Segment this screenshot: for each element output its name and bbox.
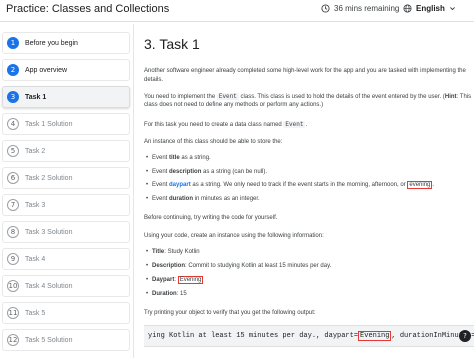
step-number: 11 [7, 307, 19, 319]
sidebar-item-label: Task 1 [25, 93, 47, 101]
clock-icon [321, 4, 330, 13]
sidebar-item-task-5-solution[interactable]: 12 Task 5 Solution [2, 329, 130, 351]
field-value: : Commit to studying Kotlin at least 15 … [185, 263, 332, 269]
timer: 36 mins remaining [321, 4, 399, 13]
sidebar-item-label: Task 3 Solution [25, 228, 73, 236]
text: : This [456, 94, 472, 100]
text: as a string (can be null). [201, 169, 268, 175]
list-item: Daypart: Evening [146, 276, 204, 284]
globe-icon [403, 4, 412, 13]
data-class-paragraph: For this task you need to create a data … [144, 120, 307, 131]
sidebar-item-label: Task 5 [25, 309, 46, 317]
sidebar-item-task-3[interactable]: 7 Task 3 [2, 194, 130, 216]
sidebar-item-label: Task 4 Solution [25, 282, 73, 290]
sidebar-item-task-5[interactable]: 11 Task 5 [2, 302, 130, 324]
language-selector[interactable]: English [403, 4, 460, 13]
sidebar-item-label: Task 1 Solution [25, 120, 73, 128]
step-number: 9 [7, 253, 19, 265]
sidebar-item-task-1[interactable]: 3 Task 1 [2, 86, 130, 108]
sidebar-item-label: Task 3 [25, 201, 46, 209]
list-item: Description: Commit to studying Kotlin a… [146, 263, 332, 269]
inline-code: Event [216, 93, 239, 100]
list-item: Title: Study Kotlin [146, 249, 200, 255]
highlight-box: Evening [177, 276, 204, 284]
bold-term: description [169, 169, 202, 175]
sidebar-item-label: Task 4 [25, 255, 46, 263]
hint-label: Hint [444, 94, 457, 100]
text: as a string. We only need to track if th… [190, 182, 408, 188]
field-label: Daypart [152, 277, 175, 283]
text: . [305, 122, 308, 128]
field-label: Duration [152, 291, 177, 297]
bold-term: title [169, 155, 180, 161]
text: For this task you need to create a data … [144, 122, 284, 128]
store-paragraph: An instance of this class should be able… [144, 139, 283, 145]
text: class. This class is used to hold the de… [238, 94, 445, 100]
text: Event [152, 196, 170, 202]
field-label: Description [152, 263, 186, 269]
step-number: 6 [7, 172, 19, 184]
try-paragraph: Before continuing, try writing the code … [144, 215, 278, 221]
sidebar-item-label: App overview [25, 66, 68, 74]
text: . [432, 182, 435, 188]
text: Event [152, 155, 170, 161]
highlight-box: evening [407, 181, 433, 189]
code-block: ying Kotlin at least 15 minutes per day.… [144, 325, 474, 347]
sidebar-item-task-2-solution[interactable]: 6 Task 2 Solution [2, 167, 130, 189]
field-label: Title [152, 249, 165, 255]
field-value: : Study Kotlin [164, 249, 200, 255]
text: as a string. [179, 155, 211, 161]
list-item: Duration: 15 [146, 291, 187, 297]
sidebar-item-task-4-solution[interactable]: 10 Task 4 Solution [2, 275, 130, 297]
step-number: 3 [7, 91, 19, 103]
inline-code: Event [283, 121, 306, 128]
daypart-link[interactable]: daypart [169, 182, 191, 188]
main-content: 3. Task 1 Another software engineer alre… [135, 24, 474, 358]
intro-paragraph-line-2: details. [144, 77, 164, 83]
step-number: 5 [7, 145, 19, 157]
step-number: 4 [7, 118, 19, 130]
instance-paragraph: Using your code, create an instance usin… [144, 233, 324, 239]
sidebar-item-label: Task 2 [25, 147, 46, 155]
text: Event [152, 182, 170, 188]
print-paragraph: Try printing your object to verify that … [144, 310, 316, 316]
text: in minutes as an integer. [193, 196, 260, 202]
page-title: Practice: Classes and Collections [6, 3, 170, 15]
sidebar-item-task-1-solution[interactable]: 4 Task 1 Solution [2, 113, 130, 135]
list-item: Event description as a string (can be nu… [146, 169, 268, 175]
step-number: 12 [7, 334, 19, 346]
step-number: 8 [7, 226, 19, 238]
help-button[interactable]: ? [459, 330, 471, 342]
list-item: Event title as a string. [146, 155, 211, 161]
list-item: Event duration in minutes as an integer. [146, 196, 260, 202]
step-number: 7 [7, 199, 19, 211]
timer-text: 36 mins remaining [334, 4, 400, 13]
field-value: : 15 [176, 291, 187, 297]
step-number: 1 [7, 37, 19, 49]
sidebar-item-label: Task 2 Solution [25, 174, 73, 182]
sidebar-item-label: Task 5 Solution [25, 336, 73, 344]
bold-term: duration [169, 196, 194, 202]
step-number: 2 [7, 64, 19, 76]
chevron-down-icon [449, 7, 455, 11]
text: Event [152, 169, 170, 175]
sidebar-item-app-overview[interactable]: 2 App overview [2, 59, 130, 81]
sidebar-item-task-4[interactable]: 9 Task 4 [2, 248, 130, 270]
top-bar: Practice: Classes and Collections 36 min… [0, 0, 474, 22]
sidebar-item-label: Before you begin [25, 39, 78, 47]
list-item: Event daypart as a string. We only need … [146, 181, 435, 189]
code-output-line: ying Kotlin at least 15 minutes per day.… [148, 331, 474, 341]
text: You need to implement the [144, 94, 217, 100]
sidebar-item-task-3-solution[interactable]: 8 Task 3 Solution [2, 221, 130, 243]
language-label: English [416, 4, 445, 13]
highlight-box: Evening [358, 331, 392, 341]
sidebar-item-task-2[interactable]: 5 Task 2 [2, 140, 130, 162]
step-number: 10 [7, 280, 19, 292]
event-class-paragraph-line-2: class does not need to define any method… [144, 102, 324, 108]
code-text: ying Kotlin at least 15 minutes per day.… [148, 332, 359, 340]
intro-paragraph-line-1: Another software engineer already comple… [144, 68, 466, 74]
sidebar-item-before-you-begin[interactable]: 1 Before you begin [2, 32, 130, 54]
section-heading: 3. Task 1 [144, 36, 200, 52]
step-sidebar: 1 Before you begin 2 App overview 3 Task… [0, 24, 134, 358]
